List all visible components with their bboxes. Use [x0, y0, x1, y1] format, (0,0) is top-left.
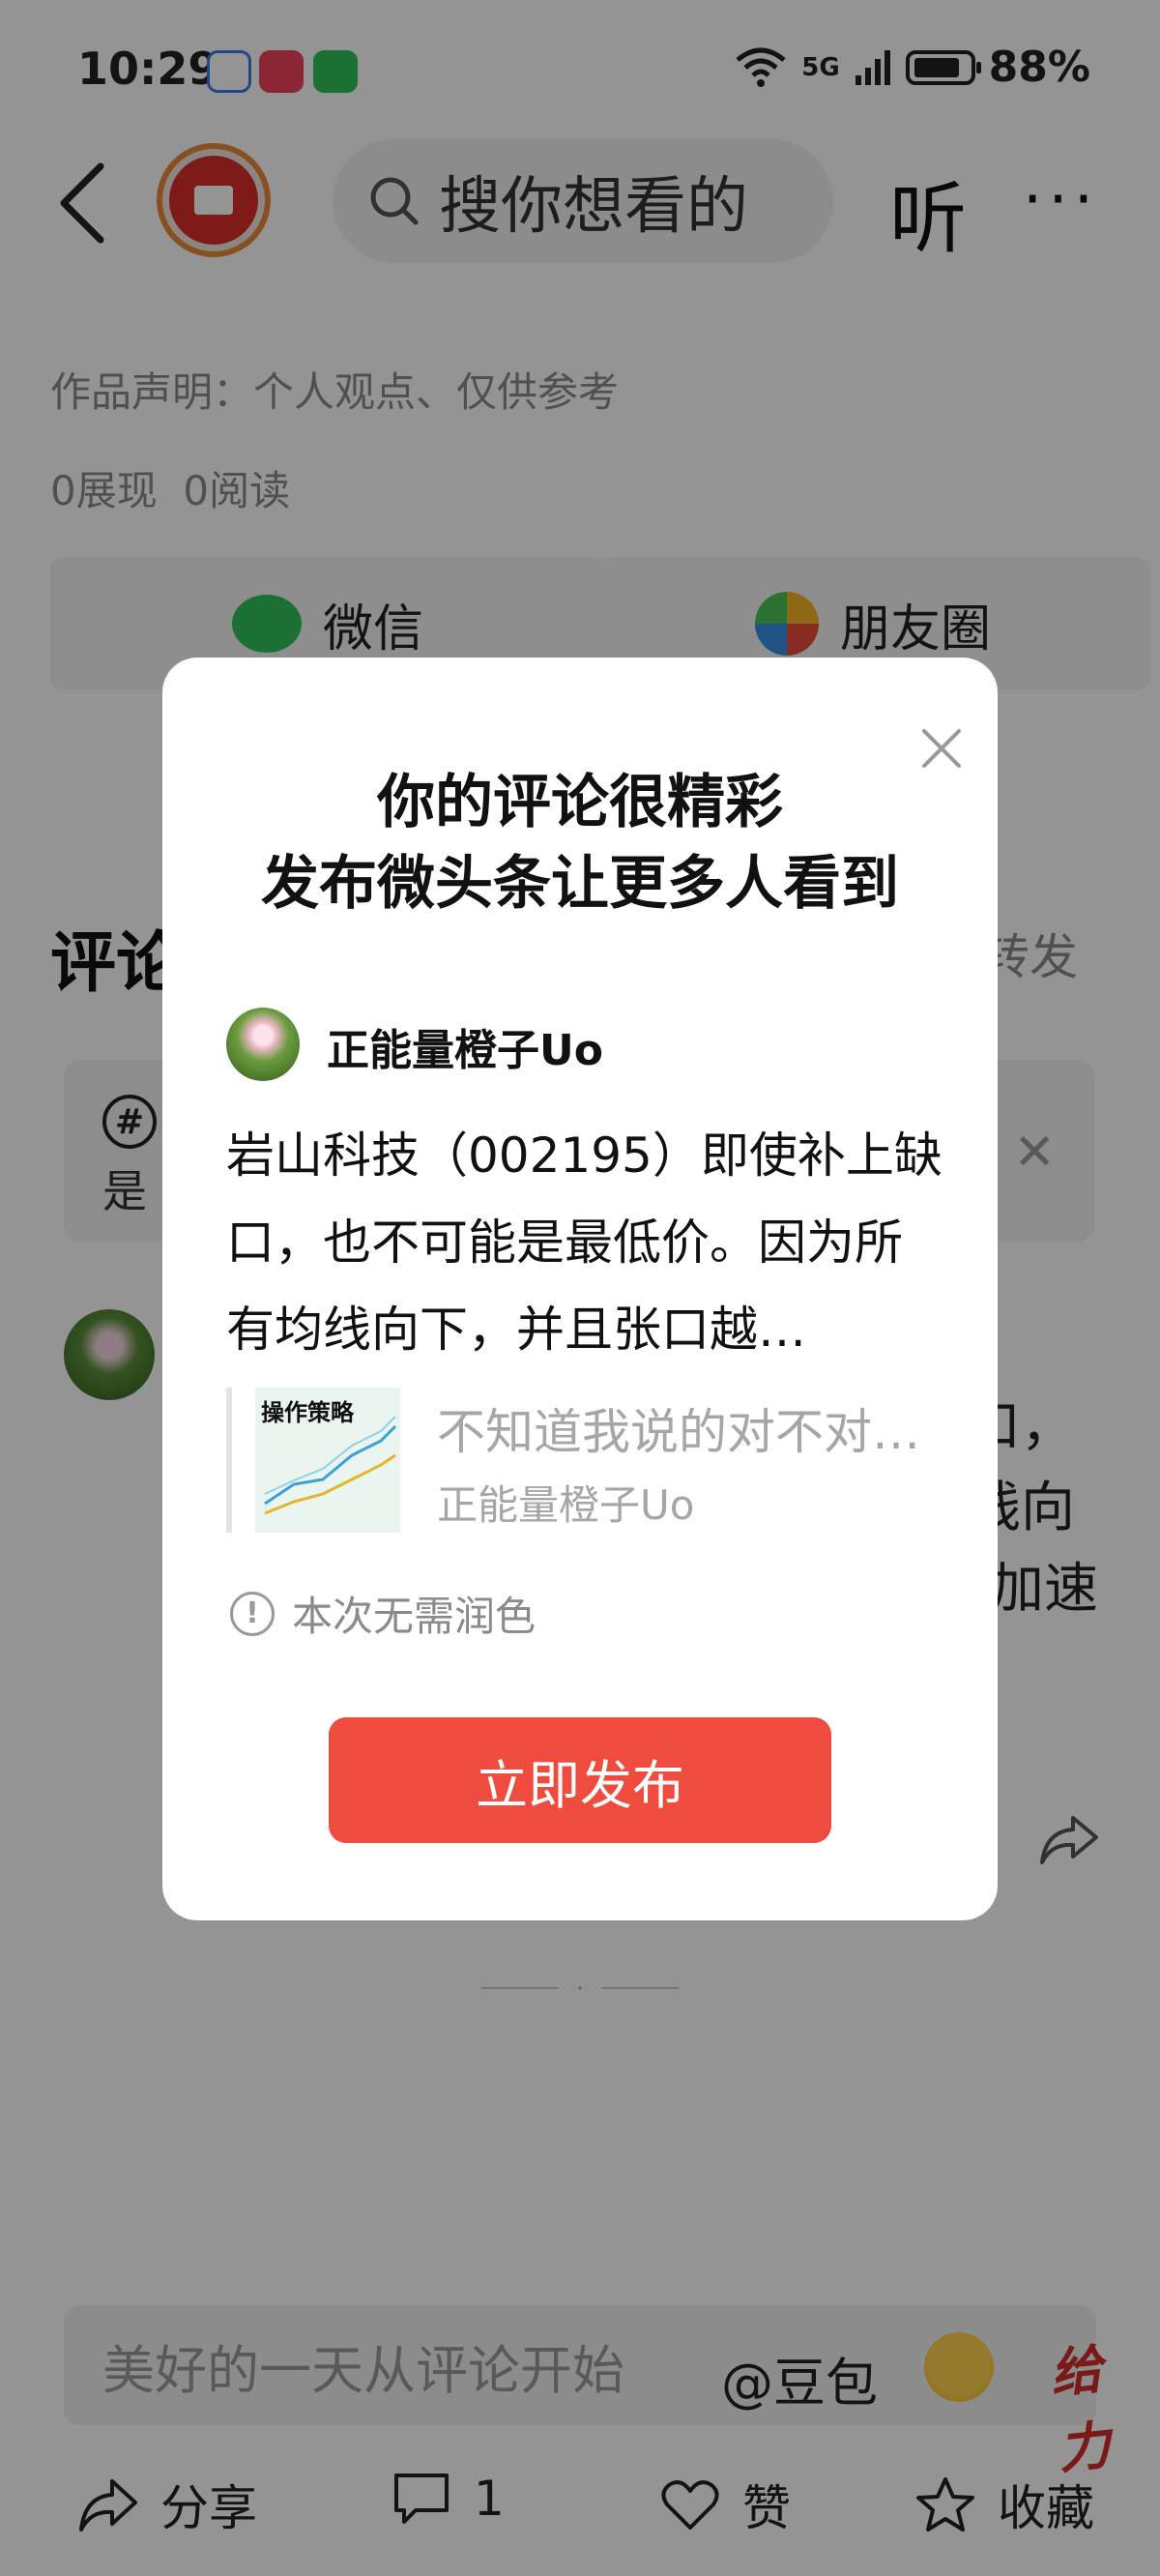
user-avatar [226, 1008, 300, 1081]
publish-now-button[interactable]: 立即发布 [329, 1717, 831, 1843]
dialog-title-line1: 你的评论很精彩 [377, 769, 783, 836]
dialog-title: 你的评论很精彩 发布微头条让更多人看到 [162, 762, 998, 924]
quoted-article-author: 正能量橙子Uo [437, 1481, 695, 1529]
polish-notice-text: 本次无需润色 [292, 1593, 536, 1640]
dialog-title-line2: 发布微头条让更多人看到 [261, 850, 899, 918]
quoted-article-title: 不知道我说的对不对… [437, 1404, 920, 1460]
comment-preview-text: 岩山科技（002195）即使补上缺口，也不可能是最低价。因为所有均线向下，并且张… [226, 1127, 942, 1358]
info-icon: ! [230, 1591, 275, 1636]
thumbnail-chart [264, 1416, 397, 1515]
publish-dialog: 你的评论很精彩 发布微头条让更多人看到 正能量橙子Uo 岩山科技（002195）… [162, 658, 998, 1920]
quoted-article-card: 操作策略 不知道我说的对不对… 正能量橙子Uo [226, 1388, 951, 1533]
user-name: 正能量橙子Uo [327, 1026, 603, 1075]
polish-notice: ! 本次无需润色 [230, 1584, 536, 1643]
article-thumbnail: 操作策略 [255, 1388, 400, 1533]
